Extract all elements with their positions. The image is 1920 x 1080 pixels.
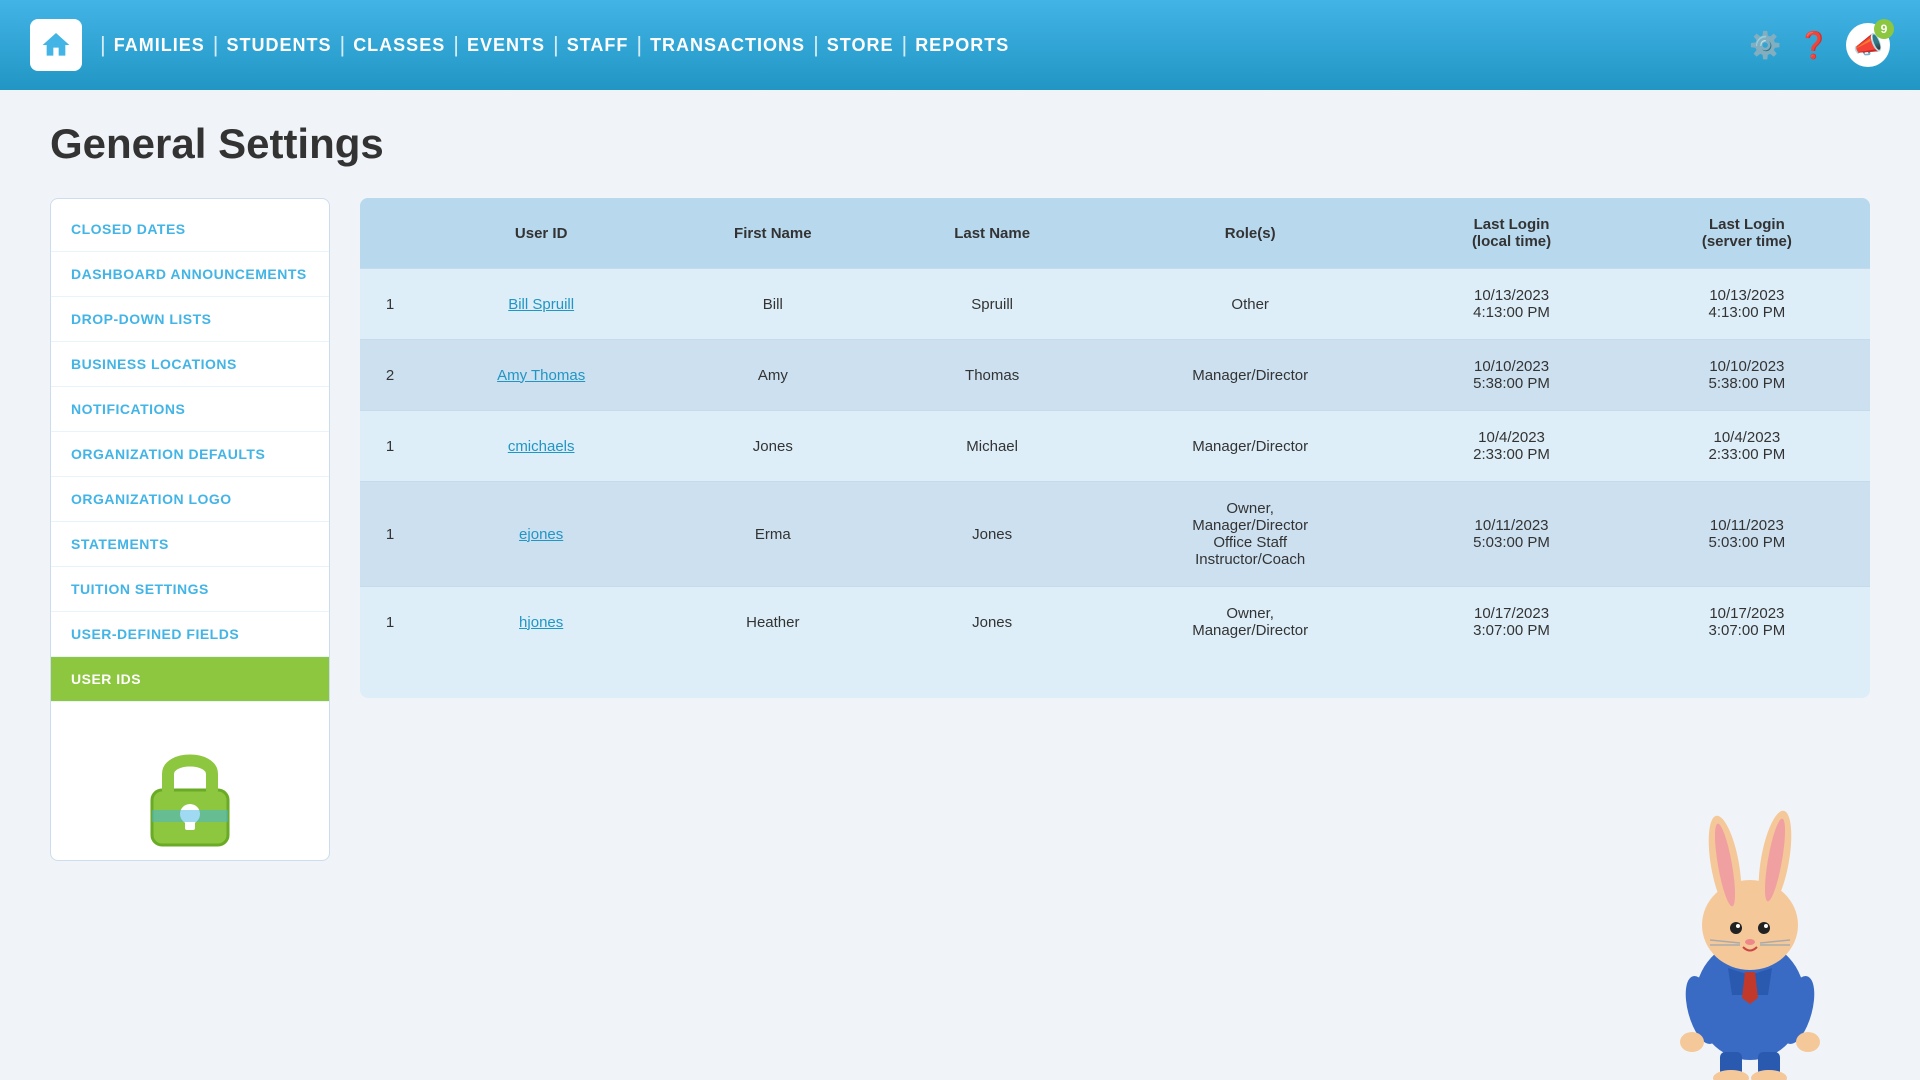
sidebar-item-business-locations[interactable]: BUSINESS LOCATIONS <box>51 342 329 387</box>
user-id-cell[interactable]: hjones <box>420 587 662 658</box>
first-name-cell: Jones <box>662 411 883 482</box>
lock-icon <box>140 742 240 852</box>
content-layout: CLOSED DATES DASHBOARD ANNOUNCEMENTS DRO… <box>50 198 1870 861</box>
table-row: 1cmichaelsJonesMichaelManager/Director10… <box>360 411 1870 482</box>
row-number: 1 <box>360 482 420 587</box>
sidebar: CLOSED DATES DASHBOARD ANNOUNCEMENTS DRO… <box>50 198 330 861</box>
user-id-cell[interactable]: Amy Thomas <box>420 340 662 411</box>
table-row: 1 hjones HeatherJonesOwner, Manager/Direct… <box>360 587 1870 658</box>
server-login-cell: 10/4/2023 2:33:00 PM <box>1624 411 1870 482</box>
local-login-cell: 10/17/2023 3:07:00 PM <box>1399 587 1623 658</box>
first-name-cell: Heather <box>662 587 883 658</box>
help-icon[interactable]: ❓ <box>1798 30 1830 61</box>
home-button[interactable] <box>30 19 82 71</box>
roles-cell: Owner, Manager/Director Office Staff Ins… <box>1101 482 1399 587</box>
row-number: 1 <box>360 411 420 482</box>
nav-students[interactable]: STUDENTS <box>226 35 331 56</box>
main-content: General Settings CLOSED DATES DASHBOARD … <box>0 90 1920 891</box>
nav-events[interactable]: EVENTS <box>467 35 545 56</box>
notification-button[interactable]: 📣 9 <box>1846 23 1890 67</box>
col-header-roles: Role(s) <box>1101 198 1399 269</box>
server-login-cell: 10/17/2023 3:07:00 PM <box>1624 587 1870 658</box>
last-name-cell: Spruill <box>883 269 1101 340</box>
sidebar-item-dashboard-announcements[interactable]: DASHBOARD ANNOUNCEMENTS <box>51 252 329 297</box>
table-row: 1Bill SpruillBillSpruillOther10/13/2023 … <box>360 269 1870 340</box>
sidebar-item-tuition-settings[interactable]: TUITION SETTINGS <box>51 567 329 612</box>
sidebar-item-notifications[interactable]: NOTIFICATIONS <box>51 387 329 432</box>
row-number: 1 <box>360 587 420 658</box>
local-login-cell: 10/10/2023 5:38:00 PM <box>1399 340 1623 411</box>
nav-sep-6: | <box>636 32 642 58</box>
col-header-num <box>360 198 420 269</box>
nav-sep-3: | <box>339 32 345 58</box>
nav-sep-5: | <box>553 32 559 58</box>
nav-classes[interactable]: CLASSES <box>353 35 445 56</box>
roles-cell: Other <box>1101 269 1399 340</box>
last-name-cell: Jones <box>883 482 1101 587</box>
nav-store[interactable]: STORE <box>827 35 894 56</box>
nav-sep-7: | <box>813 32 819 58</box>
nav-sep-8: | <box>901 32 907 58</box>
table-row: 1 ejones ErmaJonesOwner, Manager/Director … <box>360 482 1870 587</box>
nav-staff[interactable]: STAFF <box>567 35 629 56</box>
table-row: 2Amy ThomasAmyThomasManager/Director10/1… <box>360 340 1870 411</box>
row-number: 2 <box>360 340 420 411</box>
server-login-cell: 10/10/2023 5:38:00 PM <box>1624 340 1870 411</box>
user-ids-table: User ID First Name Last Name Role(s) Las… <box>360 198 1870 657</box>
first-name-cell: Amy <box>662 340 883 411</box>
user-id-link[interactable]: hjones <box>519 614 563 631</box>
user-id-link[interactable]: cmichaels <box>508 438 575 455</box>
sidebar-item-user-defined-fields[interactable]: USER-DEFINED FIELDS <box>51 612 329 657</box>
user-id-cell[interactable]: Bill Spruill <box>420 269 662 340</box>
nav-transactions[interactable]: TRANSACTIONS <box>650 35 805 56</box>
user-id-link[interactable]: ejones <box>519 526 563 543</box>
nav-sep-4: | <box>453 32 459 58</box>
navbar-right: ⚙️ ❓ 📣 9 <box>1749 23 1890 67</box>
navbar: | FAMILIES | STUDENTS | CLASSES | EVENTS… <box>0 0 1920 90</box>
local-login-cell: 10/11/2023 5:03:00 PM <box>1399 482 1623 587</box>
sidebar-item-organization-defaults[interactable]: ORGANIZATION DEFAULTS <box>51 432 329 477</box>
nav-sep-1: | <box>100 32 106 58</box>
nav-families[interactable]: FAMILIES <box>114 35 205 56</box>
server-login-cell: 10/11/2023 5:03:00 PM <box>1624 482 1870 587</box>
user-id-cell[interactable]: cmichaels <box>420 411 662 482</box>
col-header-firstname: First Name <box>662 198 883 269</box>
last-name-cell: Thomas <box>883 340 1101 411</box>
local-login-cell: 10/13/2023 4:13:00 PM <box>1399 269 1623 340</box>
last-name-cell: Jones <box>883 587 1101 658</box>
col-header-server-login: Last Login(server time) <box>1624 198 1870 269</box>
user-ids-table-wrapper: User ID First Name Last Name Role(s) Las… <box>360 198 1870 698</box>
roles-cell: Manager/Director <box>1101 411 1399 482</box>
server-login-cell: 10/13/2023 4:13:00 PM <box>1624 269 1870 340</box>
roles-cell: Owner, Manager/Director <box>1101 587 1399 658</box>
col-header-local-login: Last Login(local time) <box>1399 198 1623 269</box>
col-header-lastname: Last Name <box>883 198 1101 269</box>
col-header-userid: User ID <box>420 198 662 269</box>
first-name-cell: Bill <box>662 269 883 340</box>
first-name-cell: Erma <box>662 482 883 587</box>
user-id-link[interactable]: Bill Spruill <box>508 296 574 313</box>
user-id-link[interactable]: Amy Thomas <box>497 367 585 384</box>
sidebar-item-dropdown-lists[interactable]: DROP-DOWN LISTS <box>51 297 329 342</box>
settings-icon[interactable]: ⚙️ <box>1749 30 1781 61</box>
table-header-row: User ID First Name Last Name Role(s) Las… <box>360 198 1870 269</box>
sidebar-item-user-ids[interactable]: USER IDS <box>51 657 329 702</box>
sidebar-item-statements[interactable]: STATEMENTS <box>51 522 329 567</box>
user-id-cell[interactable]: ejones <box>420 482 662 587</box>
nav-reports[interactable]: REPORTS <box>915 35 1009 56</box>
row-number: 1 <box>360 269 420 340</box>
sidebar-item-organization-logo[interactable]: ORGANIZATION LOGO <box>51 477 329 522</box>
page-title: General Settings <box>50 120 1870 168</box>
notification-badge: 9 <box>1874 19 1894 39</box>
last-name-cell: Michael <box>883 411 1101 482</box>
sidebar-item-closed-dates[interactable]: CLOSED DATES <box>51 207 329 252</box>
nav-sep-2: | <box>213 32 219 58</box>
roles-cell: Manager/Director <box>1101 340 1399 411</box>
lock-area <box>51 742 329 852</box>
local-login-cell: 10/4/2023 2:33:00 PM <box>1399 411 1623 482</box>
